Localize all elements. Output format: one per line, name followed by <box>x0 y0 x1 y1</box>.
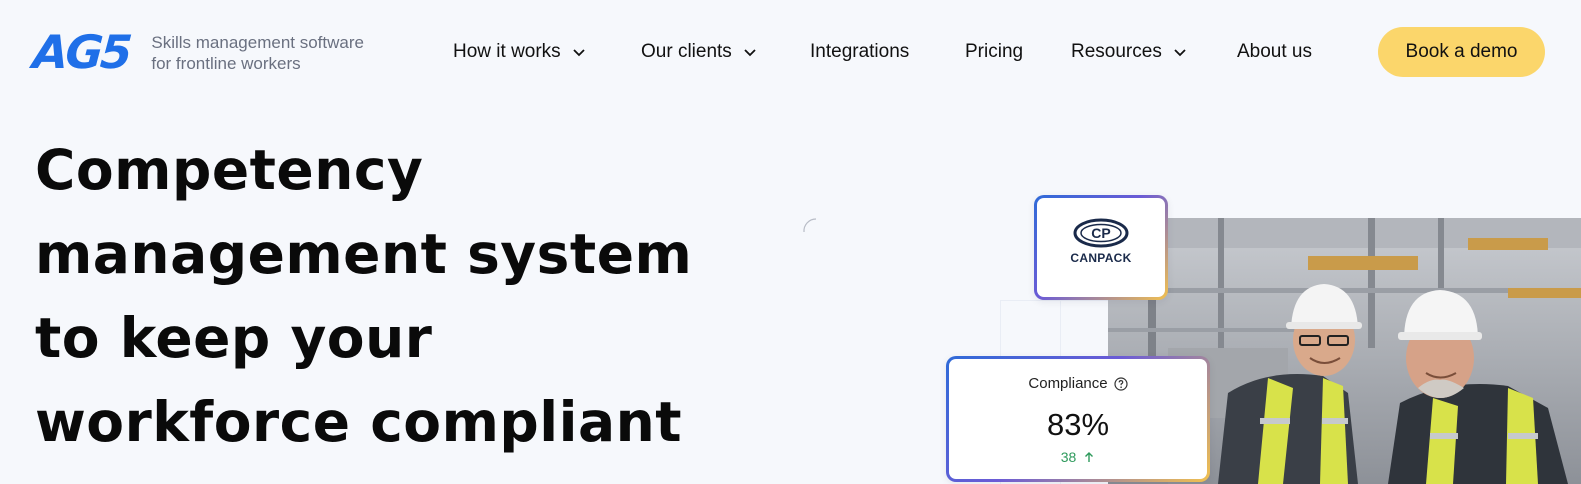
compliance-card: Compliance 83% 38 <box>946 356 1210 482</box>
tagline-line-1: Skills management software <box>151 33 364 52</box>
hero-title-line: to keep your <box>35 306 433 370</box>
hero-title-line: management system <box>35 222 693 286</box>
brand-tagline: Skills management software for frontline… <box>151 32 364 74</box>
chevron-down-icon <box>573 49 585 57</box>
nav-how-it-works[interactable]: How it works <box>453 41 587 63</box>
compliance-label: Compliance <box>1028 375 1108 392</box>
nav-label: Integrations <box>810 41 910 62</box>
nav-pricing[interactable]: Pricing <box>965 41 1023 63</box>
compliance-delta: 38 <box>1060 449 1077 465</box>
canpack-emblem-icon: CP <box>1073 218 1129 248</box>
nav-label: Resources <box>1071 41 1162 62</box>
brand-logo[interactable]: AG5 Skills management software for front… <box>31 25 364 79</box>
nav-label: Pricing <box>965 41 1024 62</box>
site-header: AG5 Skills management software for front… <box>0 0 1581 108</box>
nav-label: About us <box>1237 41 1312 62</box>
canpack-wordmark: CANPACK <box>1070 251 1132 265</box>
nav-label: How it works <box>453 41 561 62</box>
compliance-value: 83% <box>1046 407 1110 442</box>
compliance-label-row: Compliance <box>949 375 1207 392</box>
hero-title-line: workforce compliant <box>35 390 683 454</box>
tagline-line-2: for frontline workers <box>151 54 301 73</box>
client-logo-card: CP CANPACK <box>1034 195 1168 300</box>
compliance-delta-row: 38 <box>949 449 1207 465</box>
nav-label: Our clients <box>641 41 732 62</box>
canpack-logo: CP CANPACK <box>1037 218 1165 265</box>
ag5-logo-mark: AG5 <box>31 25 132 79</box>
nav-our-clients[interactable]: Our clients <box>641 41 758 63</box>
nav-resources[interactable]: Resources <box>1071 41 1188 63</box>
question-circle-icon[interactable] <box>1114 376 1128 391</box>
chevron-down-icon <box>744 49 756 57</box>
book-demo-button[interactable]: Book a demo <box>1378 27 1545 77</box>
arrow-up-icon <box>1085 452 1094 462</box>
nav-about-us[interactable]: About us <box>1237 41 1312 63</box>
loading-spinner-icon <box>803 218 817 233</box>
chevron-down-icon <box>1174 49 1186 57</box>
canpack-monogram: CP <box>1091 225 1110 241</box>
nav-integrations[interactable]: Integrations <box>810 41 909 63</box>
hero-title: Competency management system to keep you… <box>35 128 735 464</box>
hero-title-line: Competency <box>35 138 424 202</box>
